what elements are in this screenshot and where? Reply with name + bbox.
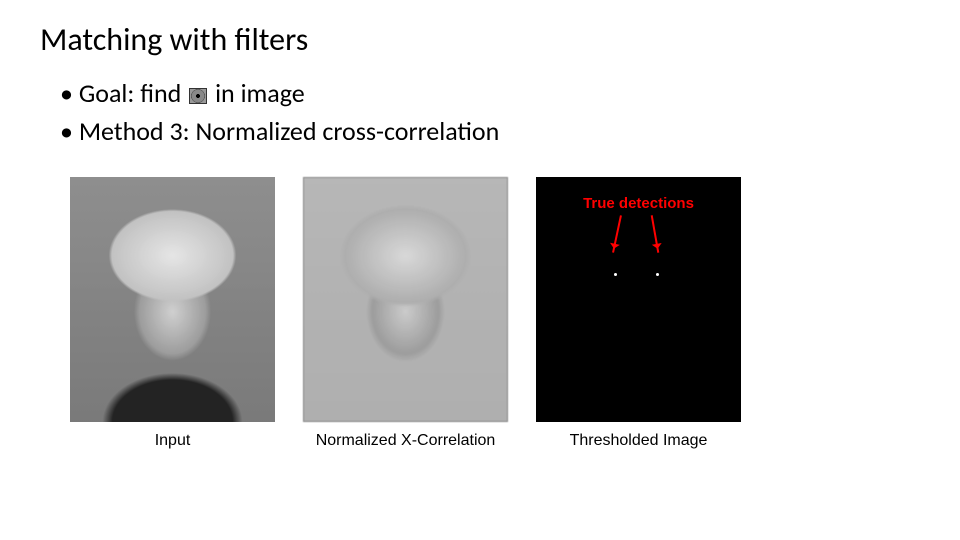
bullet-method: Method 3: Normalized cross-correlation: [60, 115, 930, 147]
bullet-list: Goal: find in image Method 3: Normalized…: [60, 77, 930, 147]
caption-xcorr: Normalized X-Correlation: [316, 432, 496, 450]
thresh-placeholder: True detections: [536, 177, 741, 422]
figure-thresh: True detections Thresholded Image: [536, 177, 741, 450]
slide: Matching with filters Goal: find in imag…: [0, 0, 960, 540]
figure-row: Input Normalized X-Correlation True dete…: [70, 177, 930, 450]
arrow-icon: [612, 215, 622, 253]
bullet-goal: Goal: find in image: [60, 77, 930, 109]
xcorr-placeholder: [303, 177, 508, 422]
figure-xcorr: Normalized X-Correlation: [303, 177, 508, 450]
portrait-placeholder: [70, 177, 275, 422]
detection-dot: [656, 273, 659, 276]
arrow-icon: [651, 215, 660, 253]
figure-input: Input: [70, 177, 275, 450]
goal-suffix: in image: [215, 77, 305, 109]
true-detections-label: True detections: [536, 195, 741, 212]
caption-thresh: Thresholded Image: [570, 432, 708, 450]
eye-icon: [189, 88, 207, 104]
input-image: [70, 177, 275, 422]
caption-input: Input: [155, 432, 191, 450]
thresh-image: True detections: [536, 177, 741, 422]
detection-dot: [614, 273, 617, 276]
goal-prefix: Goal: find: [79, 77, 181, 109]
xcorr-image: [303, 177, 508, 422]
slide-title: Matching with filters: [40, 20, 930, 59]
